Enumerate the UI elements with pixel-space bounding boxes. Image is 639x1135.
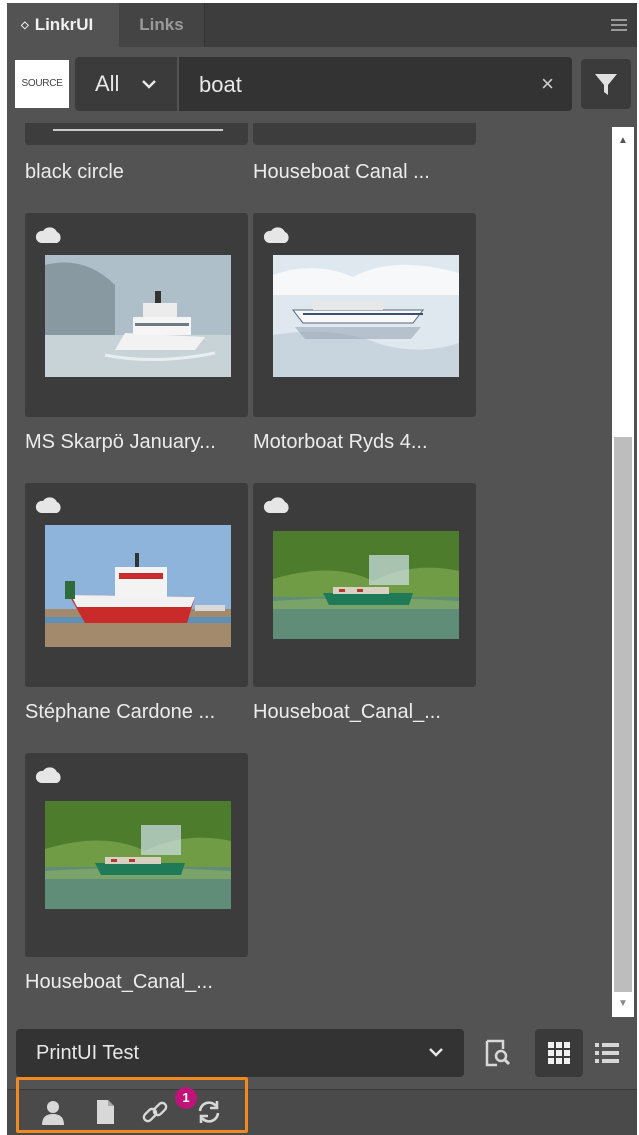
item-caption[interactable]: Houseboat_Canal_...: [253, 701, 479, 724]
document-icon[interactable]: [91, 1098, 119, 1126]
tab-links[interactable]: Links: [119, 3, 205, 47]
panel-menu-icon[interactable]: [611, 19, 627, 31]
list-view-icon[interactable]: [591, 1037, 623, 1069]
thumbnail-line: [53, 129, 223, 131]
thumbnail-card[interactable]: [253, 213, 476, 417]
thumbnail-card[interactable]: [25, 483, 248, 687]
thumbnail-card-partial[interactable]: [25, 123, 248, 145]
cloud-icon: [35, 227, 61, 243]
source-logo: SOURCE: [15, 60, 69, 108]
scroll-up-arrow-icon[interactable]: ▲: [612, 135, 634, 146]
grid-view-icon: [548, 1042, 570, 1064]
link-count-badge: 1: [175, 1087, 197, 1109]
scroll-down-arrow-icon[interactable]: ▼: [612, 998, 634, 1009]
item-caption[interactable]: MS Skarpö January...: [25, 431, 251, 454]
search-field: ×: [179, 57, 572, 113]
results-scrollbar[interactable]: ▲ ▼: [612, 127, 634, 1017]
search-input[interactable]: [197, 57, 521, 113]
document-dropdown[interactable]: PrintUI Test: [16, 1029, 464, 1077]
grid-view-button[interactable]: [535, 1029, 583, 1077]
boat-thumbnail: [45, 255, 231, 377]
scope-value: All: [95, 71, 120, 96]
panel-collapse-icon[interactable]: ◇: [21, 20, 29, 31]
boat-thumbnail: [273, 531, 459, 639]
footer-actions-group: 1: [16, 1077, 248, 1133]
clear-search-icon[interactable]: ×: [541, 71, 554, 97]
item-caption[interactable]: black circle: [25, 161, 251, 184]
boat-thumbnail: [45, 801, 231, 909]
item-caption[interactable]: Houseboat_Canal_...: [25, 971, 251, 994]
scope-dropdown[interactable]: All: [75, 57, 177, 111]
tab-linkrui[interactable]: ◇ LinkrUI: [7, 3, 119, 47]
filter-icon: [595, 74, 617, 95]
boat-thumbnail: [45, 525, 231, 647]
thumbnail-card[interactable]: [25, 213, 248, 417]
results-grid: black circle Houseboat Canal ... MS Skar…: [25, 123, 615, 1018]
cloud-icon: [35, 767, 61, 783]
cloud-icon: [263, 227, 289, 243]
thumbnail-card[interactable]: [25, 753, 248, 957]
tab-bar: ◇ LinkrUI Links: [7, 3, 637, 47]
thumbnail-card-partial[interactable]: [253, 123, 476, 145]
document-dropdown-value: PrintUI Test: [36, 1042, 139, 1064]
tab-linkrui-label: LinkrUI: [34, 15, 94, 34]
chevron-down-icon: [142, 80, 156, 89]
cloud-icon: [35, 497, 61, 513]
item-caption[interactable]: Houseboat Canal ...: [253, 161, 479, 184]
link-icon[interactable]: [141, 1098, 169, 1126]
thumbnail-card[interactable]: [253, 483, 476, 687]
scrollbar-thumb[interactable]: [614, 437, 632, 992]
linkr-panel: ◇ LinkrUI Links SOURCE All × black circle…: [7, 3, 637, 1135]
item-caption[interactable]: Motorboat Ryds 4...: [253, 431, 479, 454]
item-caption[interactable]: Stéphane Cardone ...: [25, 701, 251, 724]
boat-thumbnail: [273, 255, 459, 377]
cloud-icon: [263, 497, 289, 513]
filter-button[interactable]: [581, 59, 631, 109]
search-row: SOURCE All ×: [7, 57, 637, 113]
user-icon[interactable]: [39, 1098, 67, 1126]
preview-search-icon[interactable]: [481, 1037, 513, 1069]
refresh-icon[interactable]: [195, 1098, 223, 1126]
chevron-down-icon: [429, 1048, 443, 1057]
